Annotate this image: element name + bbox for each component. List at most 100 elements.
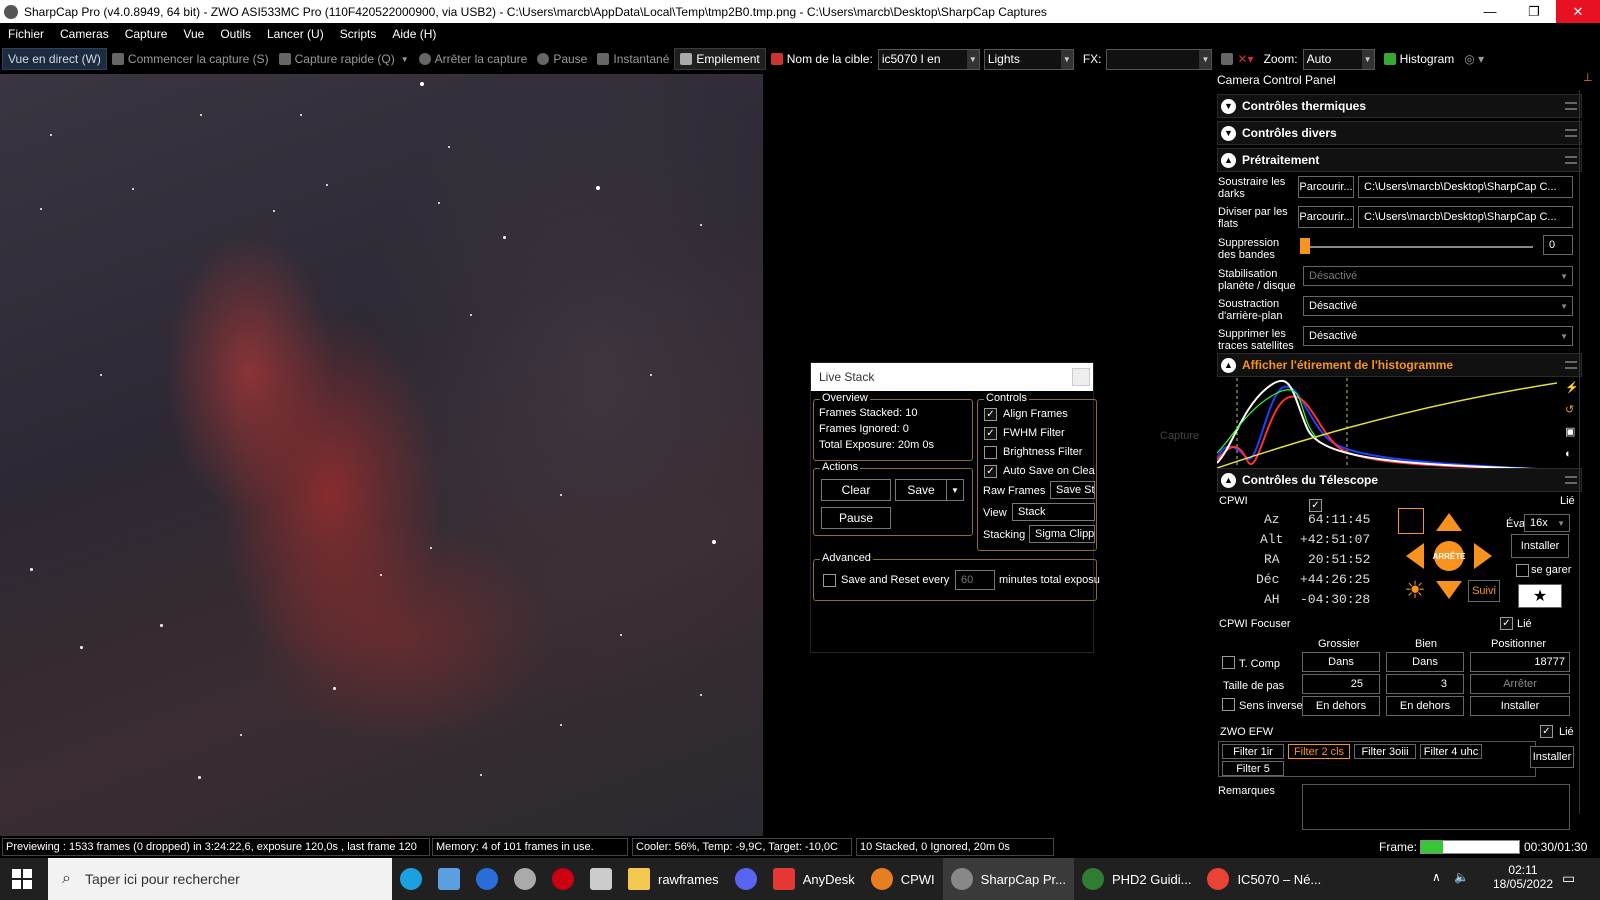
banding-value[interactable]: 0 xyxy=(1543,235,1573,255)
brightness-filter-checkbox[interactable] xyxy=(984,446,997,459)
app-icon-5[interactable] xyxy=(544,858,582,900)
fine-in-button[interactable]: Dans xyxy=(1386,652,1464,672)
browse-darks-button[interactable]: Parcourir... xyxy=(1298,176,1354,198)
satellites-select[interactable]: Désactivé ▼ xyxy=(1303,326,1573,346)
save-reset-checkbox[interactable] xyxy=(823,574,836,587)
chevron-down-icon[interactable]: ▼ xyxy=(946,479,964,501)
raw-frames-select[interactable]: Save St xyxy=(1050,481,1095,499)
fine-step-input[interactable]: 3 xyxy=(1386,674,1464,694)
reverse-checkbox[interactable] xyxy=(1222,698,1235,711)
browse-flats-button[interactable]: Parcourir... xyxy=(1298,206,1354,228)
efw-linked-checkbox[interactable]: ✓ xyxy=(1540,725,1553,738)
thermal-controls-header[interactable]: ▼ Contrôles thermiques xyxy=(1217,94,1582,118)
quick-capture-button[interactable]: Capture rapide (Q) ▼ xyxy=(274,48,414,70)
auto-save-checkbox[interactable]: ✓ xyxy=(984,465,997,478)
park-checkbox[interactable] xyxy=(1516,564,1529,577)
panel-scrollbar[interactable] xyxy=(1579,90,1593,814)
stop-focuser-button[interactable]: Arrêter xyxy=(1470,674,1570,694)
zoom-select[interactable]: Auto ▼ xyxy=(1302,48,1375,70)
filter-3-button[interactable]: Filter 3oiii xyxy=(1354,744,1416,759)
target-name-input[interactable]: ic5070 I en ▼ xyxy=(877,48,980,70)
histogram-graph[interactable] xyxy=(1217,378,1557,474)
stop-slew-button[interactable]: ARRÊTE xyxy=(1433,540,1465,572)
menu-fichier[interactable]: Fichier xyxy=(0,27,52,41)
tray-chevron-icon[interactable]: ∧ xyxy=(1432,870,1441,884)
coarse-step-input[interactable]: 25 xyxy=(1302,674,1380,694)
banding-slider-track[interactable] xyxy=(1303,246,1533,248)
menu-icon[interactable] xyxy=(1565,129,1577,137)
chevron-down-icon[interactable]: ▼ xyxy=(1060,49,1073,69)
red-x-icon[interactable]: ✕▾ xyxy=(1237,52,1253,66)
histogram-stretch-header[interactable]: ▲ Afficher l'étirement de l'histogramme xyxy=(1217,353,1582,377)
menu-vue[interactable]: Vue xyxy=(175,27,212,41)
contrast-icon[interactable]: ◐ xyxy=(1565,448,1572,460)
app-icon-2[interactable] xyxy=(430,858,468,900)
focuser-linked-checkbox[interactable]: ✓ xyxy=(1500,617,1513,630)
stabilization-select[interactable]: Désactivé ▼ xyxy=(1303,266,1573,286)
position-input[interactable]: 18777 xyxy=(1470,652,1570,672)
close-button[interactable]: ✕ xyxy=(1556,0,1600,23)
darks-path-select[interactable]: C:\Users\marcb\Desktop\SharpCap C... xyxy=(1358,176,1573,198)
fine-out-button[interactable]: En dehors xyxy=(1386,696,1464,716)
menu-cameras[interactable]: Cameras xyxy=(52,27,117,41)
fwhm-filter-checkbox[interactable]: ✓ xyxy=(984,427,997,440)
app-icon-4[interactable] xyxy=(506,858,544,900)
banding-slider-handle[interactable] xyxy=(1300,238,1310,254)
filter-4-button[interactable]: Filter 4 uhc xyxy=(1420,744,1482,759)
taskbar-chrome[interactable]: IC5070 – Né... xyxy=(1199,858,1329,900)
coarse-out-button[interactable]: En dehors xyxy=(1302,696,1380,716)
stacking-select[interactable]: Sigma Clipp xyxy=(1029,525,1095,543)
install-efw-button[interactable]: Installer xyxy=(1530,746,1574,768)
volume-icon[interactable]: 🔈 xyxy=(1454,870,1469,884)
clear-button[interactable]: Clear xyxy=(821,479,891,501)
menu-icon[interactable] xyxy=(1565,361,1577,369)
image-viewport[interactable]: Live Stack Overview Frames Stacked: 10 F… xyxy=(0,74,1208,836)
south-arrow-button[interactable] xyxy=(1433,574,1465,606)
chevron-down-icon[interactable]: ▼ xyxy=(966,49,979,69)
taskbar-search[interactable]: ⌕ Taper ici pour rechercher xyxy=(48,858,392,900)
notifications-icon[interactable]: ▭ xyxy=(1562,870,1575,887)
pause-button[interactable]: Pause xyxy=(821,507,891,529)
menu-lancer[interactable]: Lancer (U) xyxy=(259,27,332,41)
menu-aide[interactable]: Aide (H) xyxy=(384,27,444,41)
view-select[interactable]: Stack xyxy=(1012,503,1095,521)
live-stack-titlebar[interactable]: Live Stack xyxy=(811,363,1093,391)
taskbar-phd2[interactable]: PHD2 Guidi... xyxy=(1074,858,1199,900)
menu-outils[interactable]: Outils xyxy=(212,27,259,41)
goto-icon[interactable] xyxy=(1398,508,1424,534)
install-mount-button[interactable]: Installer xyxy=(1511,534,1569,558)
north-arrow-button[interactable] xyxy=(1433,506,1465,538)
taskbar-sharpcap[interactable]: SharpCap Pr... xyxy=(942,858,1074,900)
taskbar-rawframes[interactable]: rawframes xyxy=(620,858,727,900)
app-icon-6[interactable] xyxy=(582,858,620,900)
snapshot-button[interactable]: Instantané xyxy=(592,48,674,70)
minimize-button[interactable]: — xyxy=(1468,0,1512,23)
menu-icon[interactable] xyxy=(1565,476,1577,484)
windows-start-icon[interactable] xyxy=(12,869,32,889)
save-button[interactable]: Save xyxy=(895,479,947,501)
chevron-down-icon[interactable]: ▼ xyxy=(1199,49,1212,69)
filter-2-button[interactable]: Filter 2 cls xyxy=(1288,744,1350,759)
menu-scripts[interactable]: Scripts xyxy=(332,27,385,41)
start-capture-button[interactable]: Commencer la capture (S) xyxy=(107,48,274,70)
stop-capture-button[interactable]: Arrêter la capture xyxy=(414,48,533,70)
save-icon[interactable]: ▣ xyxy=(1565,426,1575,438)
taskbar-cpwi[interactable]: CPWI xyxy=(863,858,943,900)
sun-icon[interactable]: ☀ xyxy=(1399,574,1431,606)
align-frames-checkbox[interactable]: ✓ xyxy=(984,408,997,421)
save-reset-minutes-input[interactable]: 60 xyxy=(955,570,995,590)
telescope-header[interactable]: ▲ Contrôles du Télescope xyxy=(1217,468,1582,492)
stacking-button[interactable]: Empilement xyxy=(674,48,766,70)
bg-subtraction-select[interactable]: Désactivé ▼ xyxy=(1303,296,1573,316)
tcomp-checkbox[interactable] xyxy=(1222,656,1235,669)
tools-button[interactable]: ◎ ▾ xyxy=(1459,48,1489,70)
chevron-down-icon[interactable]: ▼ xyxy=(1361,49,1374,69)
notes-textarea[interactable] xyxy=(1302,784,1570,830)
lightning-icon[interactable]: ⚡ xyxy=(1565,382,1579,394)
reticle-button[interactable]: ✕▾ xyxy=(1216,48,1258,70)
install-focuser-button[interactable]: Installer xyxy=(1470,696,1570,716)
app-icon-3[interactable] xyxy=(468,858,506,900)
frame-type-select[interactable]: Lights ▼ xyxy=(983,48,1074,70)
preprocessing-header[interactable]: ▲ Prétraitement xyxy=(1217,148,1582,172)
menu-capture[interactable]: Capture xyxy=(117,27,176,41)
